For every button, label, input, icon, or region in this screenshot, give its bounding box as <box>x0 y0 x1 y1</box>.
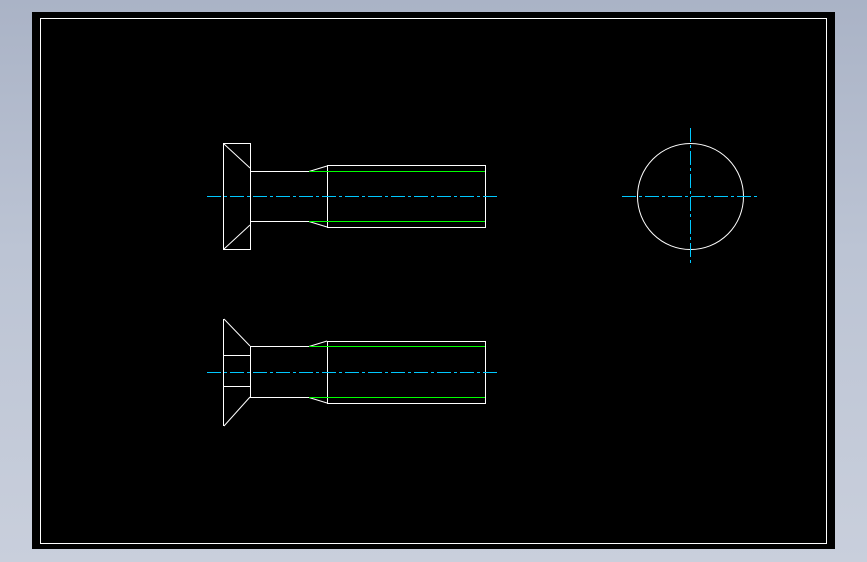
cs-taper-top <box>308 340 328 347</box>
taper-bottom <box>308 221 328 228</box>
cs-head-slope-bottom <box>223 396 251 427</box>
head-chamfer-bottom <box>223 224 251 250</box>
bolt-side-view-bottom <box>207 318 500 427</box>
cad-drawing <box>40 18 827 544</box>
taper-top <box>308 165 328 172</box>
drawing-frame <box>40 18 827 544</box>
bolt-end-view <box>622 128 759 264</box>
cs-taper-bottom <box>308 397 328 404</box>
head-chamfer-top <box>223 143 251 169</box>
bolt-side-view-top <box>207 143 500 250</box>
cs-head-slope-top <box>223 318 251 347</box>
